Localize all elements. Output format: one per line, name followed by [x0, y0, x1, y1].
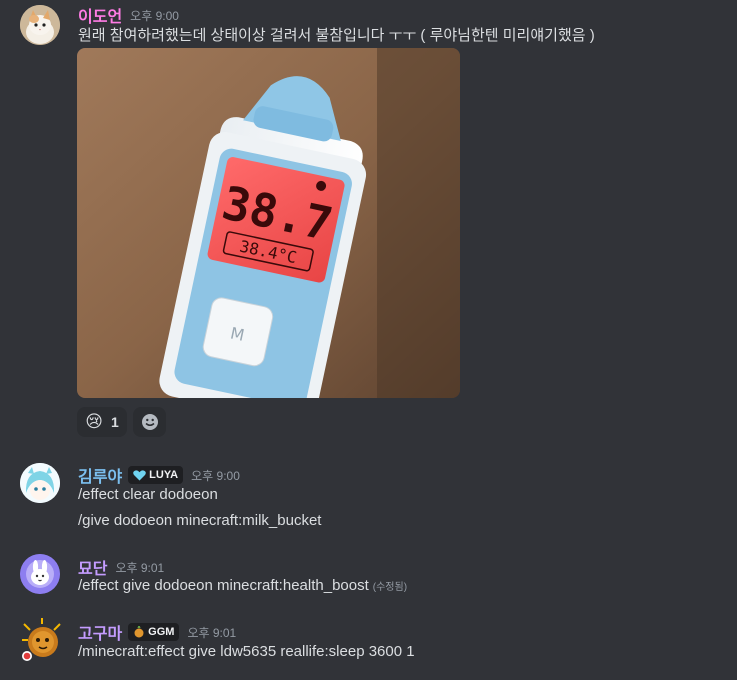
timestamp: 오후 9:00 — [191, 468, 240, 483]
message-text: /give dodoeon minecraft:milk_bucket — [78, 512, 322, 529]
reaction-cry[interactable]: 😢 1 — [77, 407, 127, 437]
anime-avatar-icon — [20, 463, 60, 503]
cat-avatar-icon — [20, 5, 60, 45]
timestamp: 오후 9:01 — [187, 625, 237, 640]
message-text: /minecraft:effect give ldw5635 reallife:… — [78, 643, 415, 660]
thermometer-photo: 38.7 38.4°C M — [77, 48, 460, 398]
username[interactable]: 고구마 — [78, 620, 122, 644]
add-reaction-icon — [141, 414, 158, 430]
message-text: 원래 참여하려했는데 상태이상 걸려서 불참입니다 ㅜㅜ ( 루야님한텐 미리얘… — [78, 27, 595, 44]
avatar[interactable] — [20, 463, 60, 503]
tag-label: LUYA — [149, 469, 179, 481]
timestamp: 오후 9:01 — [115, 560, 165, 575]
message-text: /effect give dodoeon minecraft:health_bo… — [78, 577, 369, 594]
add-reaction-button[interactable] — [133, 407, 166, 437]
sweet-potato-tag-icon — [134, 626, 144, 638]
edited-label: (수정됨) — [372, 582, 408, 593]
bunny-avatar-icon — [20, 554, 60, 594]
username[interactable]: 묘단 — [78, 555, 107, 579]
avatar[interactable] — [20, 5, 60, 45]
message-text: /effect clear dodoeon — [78, 486, 218, 503]
avatar[interactable] — [20, 554, 60, 594]
attached-image[interactable]: 38.7 38.4°C M — [77, 48, 460, 398]
server-tag[interactable]: LUYA — [128, 466, 184, 484]
message-text-row: /effect give dodoeon minecraft:health_bo… — [78, 577, 407, 594]
sweet-potato-avatar-icon — [22, 618, 61, 661]
server-tag[interactable]: GGM — [128, 623, 180, 641]
avatar[interactable] — [20, 618, 61, 661]
tag-label: GGM — [148, 626, 175, 638]
timestamp: 오후 9:00 — [130, 8, 179, 23]
heart-icon — [133, 469, 146, 480]
reaction-count: 1 — [110, 414, 119, 430]
username[interactable]: 김루야 — [78, 463, 122, 487]
crying-face-icon: 😢 — [85, 412, 103, 431]
